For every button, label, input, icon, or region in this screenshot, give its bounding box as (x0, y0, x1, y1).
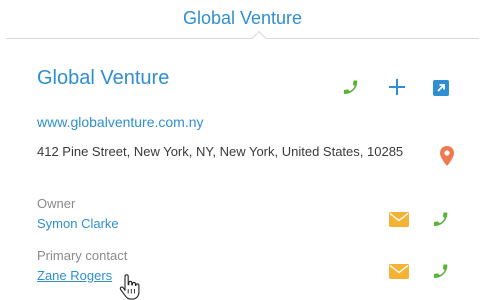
page-header: Global Venture (0, 0, 485, 46)
website-link[interactable]: www.globalventure.com.ny (37, 114, 204, 130)
page-title: Global Venture (182, 8, 303, 28)
map-pin-icon[interactable] (440, 146, 454, 166)
owner-label: Owner (37, 196, 76, 211)
header-notch (251, 30, 267, 46)
envelope-icon[interactable] (389, 264, 409, 279)
phone-icon[interactable] (431, 211, 449, 229)
account-title[interactable]: Global Venture (37, 67, 169, 90)
owner-link[interactable]: Symon Clarke (37, 216, 119, 231)
primary-contact-label: Primary contact (37, 248, 128, 263)
primary-contact-link[interactable]: Zane Rogers (37, 268, 112, 283)
address-text: 412 Pine Street, New York, NY, New York,… (37, 144, 404, 159)
envelope-icon[interactable] (389, 212, 409, 227)
phone-icon[interactable] (431, 263, 449, 281)
plus-icon[interactable] (387, 77, 407, 97)
hand-cursor-icon (119, 274, 140, 300)
phone-icon[interactable] (341, 79, 359, 97)
header-divider (6, 38, 479, 39)
open-link-icon[interactable] (433, 80, 449, 96)
